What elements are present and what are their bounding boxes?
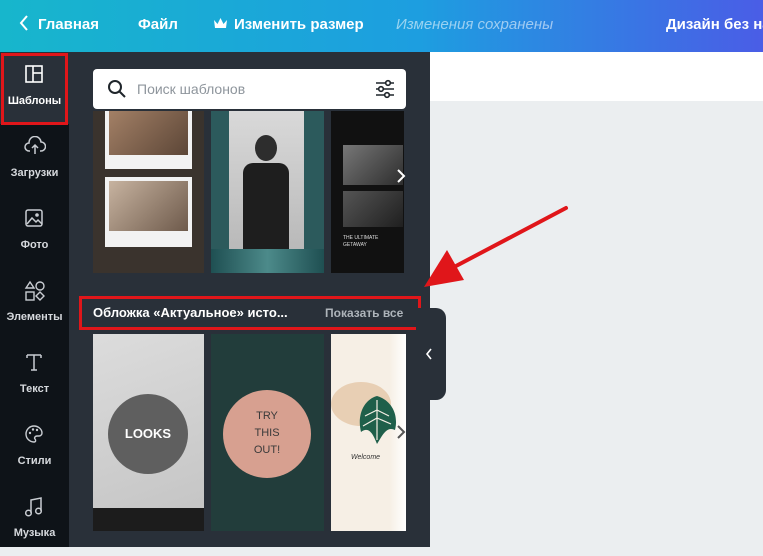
template-thumbnail-portrait[interactable] <box>211 111 324 273</box>
template-caption: THE ULTIMATE GETAWAY <box>343 235 379 248</box>
template-thumbnail-looks[interactable]: LOOKS <box>93 334 204 531</box>
template-thumbnail-try-this-out[interactable]: TRY THIS OUT! <box>211 334 324 531</box>
sidebar-item-music[interactable]: Музыка <box>0 484 69 556</box>
template-text-this: THIS <box>254 427 280 439</box>
music-note-icon <box>24 497 43 517</box>
sidebar-item-label: Загрузки <box>10 167 59 179</box>
chevron-right-icon[interactable] <box>396 168 406 184</box>
palette-icon <box>25 425 43 443</box>
design-title[interactable]: Дизайн без на <box>666 0 763 52</box>
home-label: Главная <box>38 16 100 33</box>
template-text-out: OUT! <box>253 444 281 456</box>
chevron-right-icon[interactable] <box>396 424 406 440</box>
section-highlight-box <box>79 296 421 330</box>
sidebar-item-elements[interactable]: Элементы <box>0 268 69 340</box>
file-menu[interactable]: Файл <box>138 0 178 52</box>
filter-icon[interactable] <box>375 79 395 99</box>
sidebar-item-label: Стили <box>17 455 52 467</box>
resize-button[interactable]: Изменить размер <box>213 0 364 52</box>
template-text-welcome: Welcome <box>351 454 381 461</box>
chevron-left-icon <box>19 15 28 31</box>
sidebar-item-uploads[interactable]: Загрузки <box>0 124 69 196</box>
text-icon <box>26 354 42 371</box>
collapse-panel-handle[interactable] <box>416 308 446 400</box>
canvas-toolbar <box>430 52 763 101</box>
photo-icon <box>25 209 43 227</box>
sidebar: Шаблоны Загрузки Фото Элементы Текст Сти… <box>0 52 69 547</box>
sidebar-item-label: Элементы <box>6 311 63 323</box>
templates-highlight-box <box>1 53 68 125</box>
sidebar-item-styles[interactable]: Стили <box>0 412 69 484</box>
sidebar-item-label: Музыка <box>13 527 56 539</box>
search-icon <box>108 80 126 98</box>
chevron-left-icon <box>425 348 432 360</box>
template-text-try: TRY <box>256 410 278 422</box>
template-thumbnail-city[interactable]: THE ULTIMATE GETAWAY <box>331 111 404 273</box>
template-thumbnail-welcome[interactable]: Welcome <box>331 334 406 531</box>
sidebar-item-photos[interactable]: Фото <box>0 196 69 268</box>
search-input[interactable]: Поиск шаблонов <box>93 69 406 109</box>
template-text-looks: LOOKS <box>124 426 172 441</box>
elements-icon <box>24 280 45 301</box>
top-bar: Главная Файл Изменить размер Изменения с… <box>0 0 763 52</box>
resize-label: Изменить размер <box>234 16 364 33</box>
monstera-leaf-icon <box>359 396 397 444</box>
crown-icon <box>214 18 227 28</box>
search-placeholder: Поиск шаблонов <box>137 81 246 97</box>
sidebar-item-label: Фото <box>20 239 49 251</box>
template-thumbnail-polaroid[interactable] <box>93 111 204 273</box>
saved-status: Изменения сохранены <box>396 16 554 33</box>
sidebar-item-text[interactable]: Текст <box>0 340 69 412</box>
sidebar-item-label: Текст <box>19 383 50 395</box>
home-button[interactable]: Главная <box>18 0 99 52</box>
upload-cloud-icon <box>24 136 46 154</box>
